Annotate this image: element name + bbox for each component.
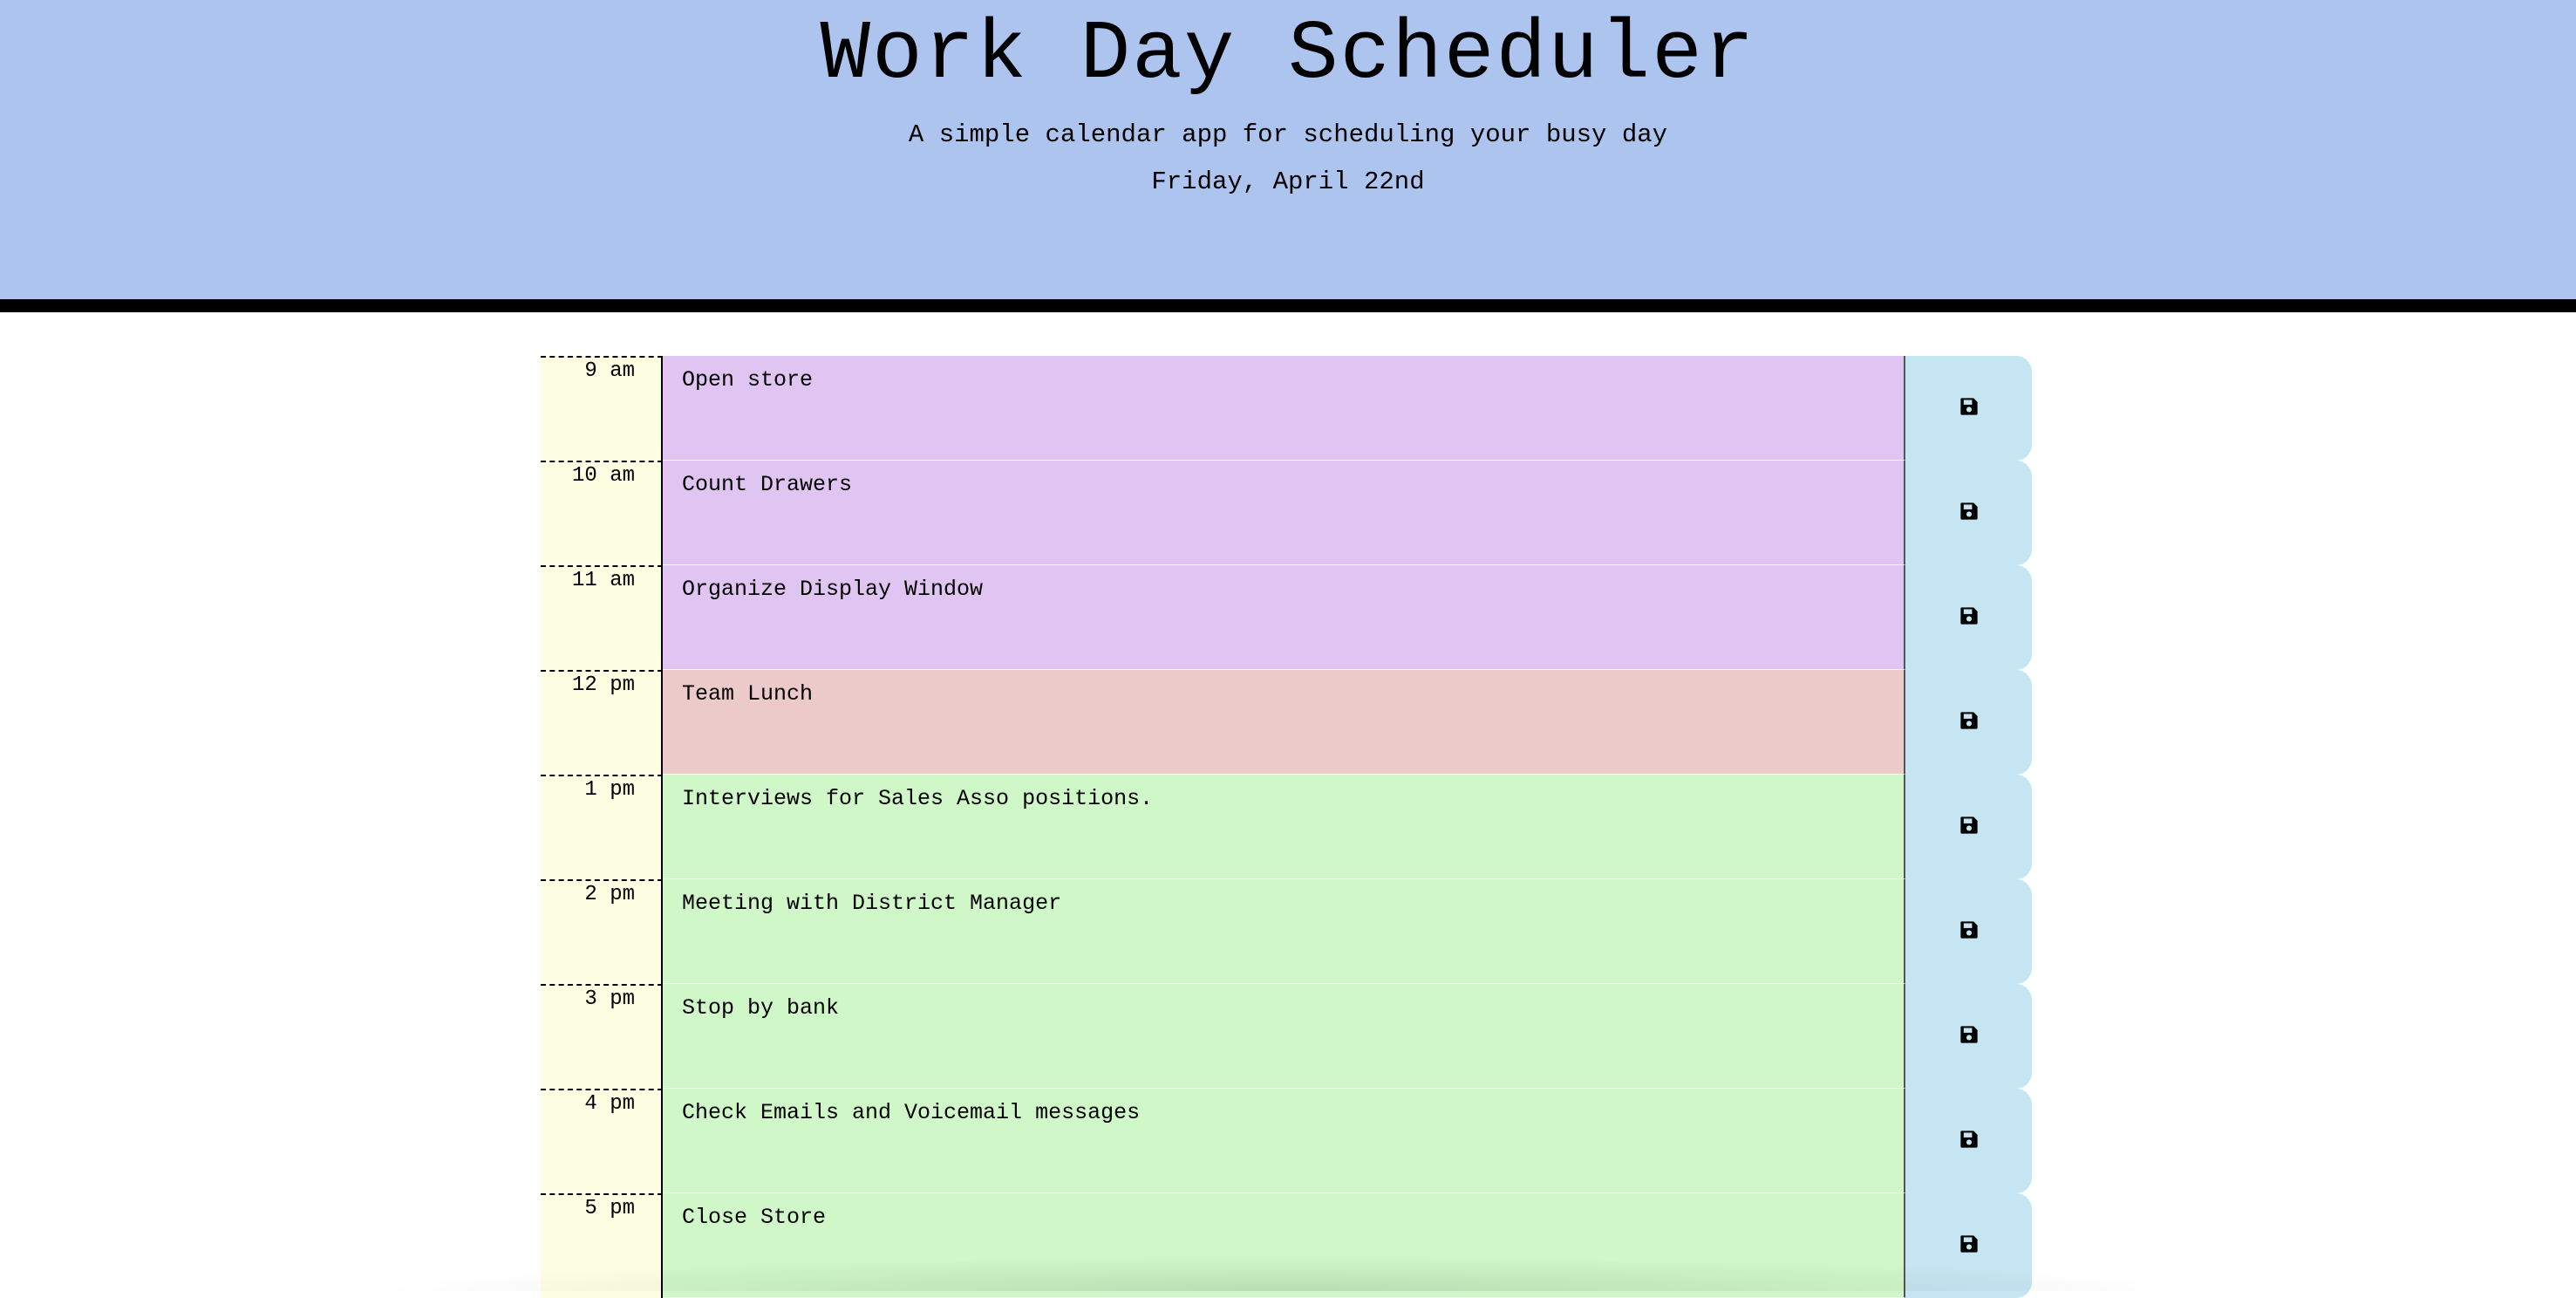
page-header: Work Day Scheduler A simple calendar app…	[0, 0, 2576, 312]
page-title: Work Day Scheduler	[820, 7, 1756, 102]
save-button[interactable]	[1905, 879, 2032, 984]
time-block-row: 5 pm Close Store	[541, 1193, 2032, 1298]
floppy-disk-icon	[1959, 920, 1979, 944]
hour-label: 1 pm	[541, 775, 663, 879]
hour-label: 12 pm	[541, 670, 663, 775]
floppy-disk-icon	[1959, 397, 1979, 420]
time-block-row: 1 pm Interviews for Sales Asso positions…	[541, 775, 2032, 879]
floppy-disk-icon	[1959, 816, 1979, 839]
hour-label: 11 am	[541, 565, 663, 670]
save-button[interactable]	[1905, 356, 2032, 461]
hour-label: 2 pm	[541, 879, 663, 984]
event-description[interactable]: Team Lunch	[663, 670, 1905, 775]
page-subtitle: A simple calendar app for scheduling you…	[908, 120, 1668, 149]
event-description[interactable]: Organize Display Window	[663, 565, 1905, 670]
save-button[interactable]	[1905, 1193, 2032, 1298]
save-button[interactable]	[1905, 461, 2032, 565]
floppy-disk-icon	[1959, 502, 1979, 525]
floppy-disk-icon	[1959, 606, 1979, 630]
event-description[interactable]: Open store	[663, 356, 1905, 461]
event-description[interactable]: Stop by bank	[663, 984, 1905, 1089]
current-day: Friday, April 22nd	[1151, 167, 1425, 196]
time-block-row: 2 pm Meeting with District Manager	[541, 879, 2032, 984]
floppy-disk-icon	[1959, 711, 1979, 734]
save-button[interactable]	[1905, 670, 2032, 775]
event-description[interactable]: Count Drawers	[663, 461, 1905, 565]
floppy-disk-icon	[1959, 1025, 1979, 1049]
save-button[interactable]	[1905, 565, 2032, 670]
time-block-row: 4 pm Check Emails and Voicemail messages	[541, 1089, 2032, 1193]
time-block-row: 11 am Organize Display Window	[541, 565, 2032, 670]
event-description[interactable]: Interviews for Sales Asso positions.	[663, 775, 1905, 879]
save-button[interactable]	[1905, 775, 2032, 879]
time-block-row: 12 pm Team Lunch	[541, 670, 2032, 775]
time-block-row: 3 pm Stop by bank	[541, 984, 2032, 1089]
hour-label: 9 am	[541, 356, 663, 461]
scheduler-container: 9 am Open store 10 am Count Drawers 11 a…	[541, 356, 2032, 1298]
event-description[interactable]: Close Store	[663, 1193, 1905, 1298]
hour-label: 4 pm	[541, 1089, 663, 1193]
hour-label: 10 am	[541, 461, 663, 565]
event-description[interactable]: Meeting with District Manager	[663, 879, 1905, 984]
hour-label: 5 pm	[541, 1193, 663, 1298]
save-button[interactable]	[1905, 1089, 2032, 1193]
event-description[interactable]: Check Emails and Voicemail messages	[663, 1089, 1905, 1193]
floppy-disk-icon	[1959, 1234, 1979, 1258]
hour-label: 3 pm	[541, 984, 663, 1089]
save-button[interactable]	[1905, 984, 2032, 1089]
time-block-row: 9 am Open store	[541, 356, 2032, 461]
floppy-disk-icon	[1959, 1130, 1979, 1153]
time-block-row: 10 am Count Drawers	[541, 461, 2032, 565]
